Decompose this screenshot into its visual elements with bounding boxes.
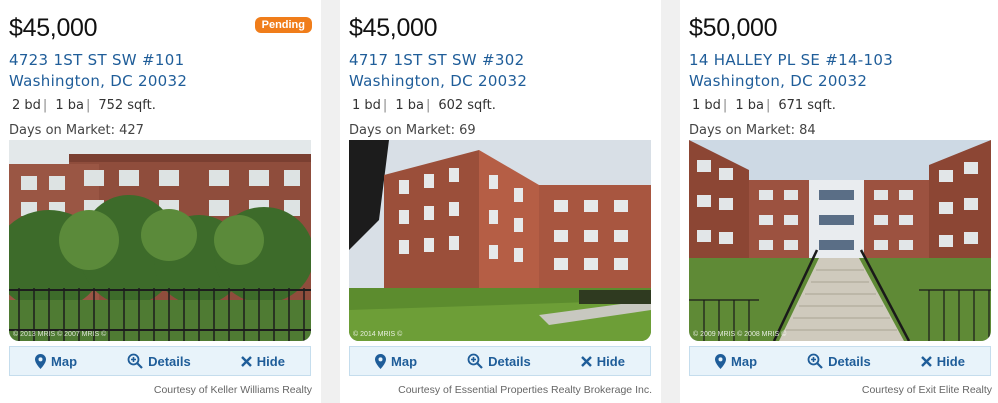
status-badge-pending: Pending [254, 17, 312, 33]
details-label: Details [148, 353, 191, 369]
sqft-value: 752 sqft. [98, 98, 156, 113]
details-label: Details [828, 353, 871, 369]
close-x-icon [240, 355, 252, 367]
map-pin-icon [375, 353, 387, 369]
baths-value: 1 ba [395, 98, 424, 113]
days-on-market: Days on Market: 84 [689, 123, 816, 138]
listing-card-1: $45,000 Pending 4723 1ST ST SW #101 Wash… [0, 0, 321, 403]
courtesy-text: Courtesy of Keller Williams Realty [153, 384, 312, 396]
hide-label: Hide [256, 353, 285, 369]
hide-button[interactable]: Hide [240, 353, 285, 369]
spec-separator: | [765, 98, 771, 113]
listing-specs: 1 bd | 1 ba | 602 sqft. [352, 98, 496, 113]
address-line1-link[interactable]: 4717 1ST ST SW #302 [349, 51, 524, 69]
details-button[interactable]: Details [807, 353, 871, 369]
address-line1-link[interactable]: 4723 1ST ST SW #101 [9, 51, 184, 69]
map-label: Map [391, 353, 418, 369]
listing-photo[interactable]: © 2009 MRIS © 2008 MRIS © [689, 140, 991, 341]
action-bar: Map Details Hide [349, 346, 651, 376]
listing-specs: 2 bd | 1 ba | 752 sqft. [12, 98, 156, 113]
courtesy-text: Courtesy of Exit Elite Realty [861, 384, 992, 396]
action-bar: Map Details Hide [9, 346, 311, 376]
listing-price: $50,000 [689, 14, 778, 42]
zoom-plus-icon [807, 353, 823, 369]
close-x-icon [920, 355, 932, 367]
baths-value: 1 ba [55, 98, 84, 113]
spec-separator: | [85, 98, 91, 113]
hide-label: Hide [596, 353, 625, 369]
address-line2-link[interactable]: Washington, DC 20032 [9, 72, 187, 90]
photo-credit: © 2014 MRIS © [353, 330, 403, 338]
spec-separator: | [722, 98, 728, 113]
close-x-icon [580, 355, 592, 367]
photo-credit: © 2009 MRIS © 2008 MRIS © [693, 330, 787, 338]
beds-value: 1 bd [352, 98, 381, 113]
spec-separator: | [425, 98, 431, 113]
details-label: Details [488, 353, 531, 369]
days-on-market: Days on Market: 427 [9, 123, 144, 138]
photo-credit: © 2013 MRIS © 2007 MRIS © [13, 330, 107, 338]
spec-separator: | [42, 98, 48, 113]
spec-separator: | [382, 98, 388, 113]
map-pin-icon [35, 353, 47, 369]
address-line1-link[interactable]: 14 HALLEY PL SE #14-103 [689, 51, 893, 69]
listing-specs: 1 bd | 1 ba | 671 sqft. [692, 98, 836, 113]
listing-price: $45,000 [349, 14, 438, 42]
hide-button[interactable]: Hide [920, 353, 965, 369]
address-line2-link[interactable]: Washington, DC 20032 [689, 72, 867, 90]
map-button[interactable]: Map [375, 353, 418, 369]
zoom-plus-icon [467, 353, 483, 369]
map-button[interactable]: Map [35, 353, 78, 369]
sqft-value: 602 sqft. [438, 98, 496, 113]
hide-button[interactable]: Hide [580, 353, 625, 369]
listing-photo[interactable]: © 2014 MRIS © [349, 140, 651, 341]
listing-card-2: $45,000 4717 1ST ST SW #302 Washington, … [340, 0, 661, 403]
listing-price: $45,000 [9, 14, 98, 42]
address-line2-link[interactable]: Washington, DC 20032 [349, 72, 527, 90]
listing-card-3: $50,000 14 HALLEY PL SE #14-103 Washingt… [680, 0, 998, 403]
listing-photo[interactable]: © 2013 MRIS © 2007 MRIS © [9, 140, 311, 341]
days-on-market: Days on Market: 69 [349, 123, 476, 138]
beds-value: 2 bd [12, 98, 41, 113]
details-button[interactable]: Details [127, 353, 191, 369]
baths-value: 1 ba [735, 98, 764, 113]
sqft-value: 671 sqft. [778, 98, 836, 113]
courtesy-text: Courtesy of Essential Properties Realty … [398, 384, 652, 396]
zoom-plus-icon [127, 353, 143, 369]
map-label: Map [51, 353, 78, 369]
map-label: Map [731, 353, 758, 369]
details-button[interactable]: Details [467, 353, 531, 369]
map-button[interactable]: Map [715, 353, 758, 369]
beds-value: 1 bd [692, 98, 721, 113]
action-bar: Map Details Hide [689, 346, 991, 376]
hide-label: Hide [936, 353, 965, 369]
map-pin-icon [715, 353, 727, 369]
